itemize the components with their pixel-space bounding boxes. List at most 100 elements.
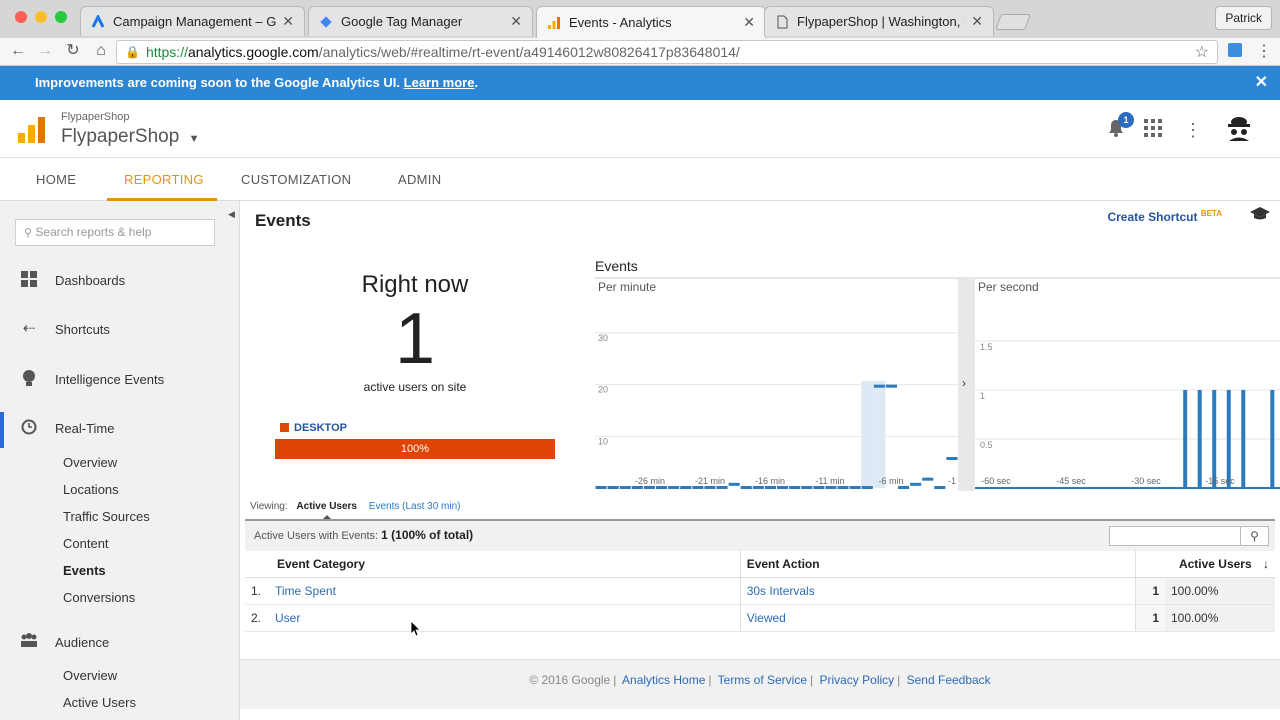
browser-tab-bar: Campaign Management – Goo ✕ Google Tag M… <box>0 0 1280 38</box>
per-minute-bar <box>728 482 740 486</box>
sidebar-item-label: Shortcuts <box>55 321 110 337</box>
per-minute-bar <box>643 486 655 489</box>
back-arrow-icon[interactable]: ← <box>8 41 28 61</box>
close-tab-icon[interactable]: ✕ <box>282 13 294 30</box>
summary-label: Active Users with Events: <box>254 530 379 542</box>
search-reports-input[interactable]: ⚲ Search reports & help <box>15 219 215 246</box>
notice-text: Improvements are coming soon to the Goog… <box>35 75 401 90</box>
per-minute-bar <box>631 486 643 489</box>
learn-more-link[interactable]: Learn more <box>404 75 475 90</box>
viewing-selector: Viewing: Active Users Events (Last 30 mi… <box>250 501 461 512</box>
create-shortcut-link[interactable]: Create Shortcut BETA <box>1107 209 1222 224</box>
x-tick-label: -26 min <box>635 476 665 486</box>
apps-grid-icon[interactable] <box>1144 119 1162 142</box>
browser-tab[interactable]: FlypaperShop | Washington, D ✕ <box>764 6 994 36</box>
collapse-sidebar-icon[interactable]: ◀ <box>228 209 235 220</box>
close-tab-icon[interactable]: ✕ <box>971 13 983 30</box>
sidebar-sub-events[interactable]: Events <box>63 563 106 578</box>
header-event-category[interactable]: Event Category <box>245 551 741 578</box>
per-second-label: Per second <box>978 280 1039 294</box>
nav-customization[interactable]: CUSTOMIZATION <box>241 172 351 187</box>
y-tick-label: 10 <box>598 436 608 446</box>
property-name: FlypaperShop <box>61 126 180 147</box>
sidebar-item-shortcuts[interactable]: ⇠ Shortcuts <box>0 318 239 340</box>
search-icon: ⚲ <box>24 227 33 239</box>
address-bar[interactable]: 🔒 https://analytics.google.com/analytics… <box>116 40 1218 64</box>
close-tab-icon[interactable]: ✕ <box>510 13 522 30</box>
browser-tab-active[interactable]: Events - Analytics ✕ <box>536 6 766 38</box>
sidebar-sub-overview[interactable]: Overview <box>63 455 117 470</box>
sidebar-sub-active-users[interactable]: Active Users <box>63 695 136 710</box>
more-options-icon[interactable]: ⋮ <box>1184 120 1202 141</box>
nav-home[interactable]: HOME <box>36 172 76 187</box>
browser-menu-icon[interactable]: ⋮ <box>1256 41 1272 61</box>
user-avatar[interactable] <box>1226 114 1252 147</box>
notifications-bell-icon[interactable]: 1 <box>1108 112 1134 142</box>
beta-badge: BETA <box>1200 209 1222 218</box>
viewing-events-link[interactable]: Events (Last 30 min) <box>369 501 461 512</box>
main-navigation: HOME REPORTING CUSTOMIZATION ADMIN <box>0 158 1280 201</box>
browser-tab[interactable]: Campaign Management – Goo ✕ <box>80 6 305 36</box>
browser-tab[interactable]: Google Tag Manager ✕ <box>308 6 533 36</box>
sidebar-sub-conversions[interactable]: Conversions <box>63 590 135 605</box>
send-feedback-link[interactable]: Send Feedback <box>907 673 991 687</box>
shortcut-arrow-icon: ⇠ <box>22 320 36 337</box>
extension-icon[interactable] <box>1228 43 1242 57</box>
nav-reporting[interactable]: REPORTING <box>124 172 204 187</box>
close-tab-icon[interactable]: ✕ <box>743 14 755 31</box>
sidebar-item-real-time[interactable]: Real-Time <box>0 417 239 439</box>
maximize-window-button[interactable] <box>55 11 67 23</box>
per-second-bar <box>1241 390 1246 488</box>
per-minute-bar <box>704 486 716 489</box>
table-search-input[interactable] <box>1109 526 1241 546</box>
event-action-link[interactable]: Viewed <box>739 604 1135 632</box>
sidebar-item-label: Intelligence Events <box>55 371 165 387</box>
sidebar-item-intelligence-events[interactable]: Intelligence Events <box>0 368 239 390</box>
per-minute-bar <box>801 486 813 489</box>
highlight-band <box>873 381 886 488</box>
per-minute-bar <box>910 482 922 486</box>
header-event-action[interactable]: Event Action <box>739 551 1135 578</box>
per-minute-bar <box>752 486 764 489</box>
analytics-home-link[interactable]: Analytics Home <box>622 673 705 687</box>
reload-icon[interactable]: ↻ <box>63 41 83 61</box>
close-notice-icon[interactable]: ✕ <box>1255 66 1268 100</box>
sidebar-item-dashboards[interactable]: Dashboards <box>0 269 239 291</box>
event-category-link[interactable]: User <box>269 604 741 632</box>
clock-icon <box>20 419 38 437</box>
new-tab-button[interactable] <box>995 14 1031 30</box>
graduation-cap-icon[interactable] <box>1250 207 1270 224</box>
account-name: FlypaperShop <box>61 111 130 123</box>
minimize-window-button[interactable] <box>35 11 47 23</box>
header-active-users[interactable]: Active Users ↓ <box>1134 551 1275 578</box>
viewing-active-users[interactable]: Active Users <box>296 501 357 512</box>
home-icon[interactable]: ⌂ <box>91 41 111 61</box>
table-search-button[interactable]: ⚲ <box>1241 526 1269 546</box>
active-users-percent: 100.00% <box>1165 577 1275 605</box>
event-action-link[interactable]: 30s Intervals <box>739 577 1135 605</box>
bookmark-star-icon[interactable]: ☆ <box>1195 42 1209 62</box>
property-selector[interactable]: FlypaperShop ▼ <box>61 126 199 148</box>
footer-copyright: © 2016 Google <box>529 673 611 687</box>
sidebar-sub-locations[interactable]: Locations <box>63 482 119 497</box>
privacy-policy-link[interactable]: Privacy Policy <box>819 673 894 687</box>
y-tick-label: 1 <box>980 391 985 401</box>
profile-button[interactable]: Patrick <box>1215 6 1272 30</box>
sidebar-item-label: Dashboards <box>55 272 126 288</box>
per-minute-label: Per minute <box>598 280 656 294</box>
close-window-button[interactable] <box>15 11 27 23</box>
nav-admin[interactable]: ADMIN <box>398 172 441 187</box>
event-category-link[interactable]: Time Spent <box>269 577 741 605</box>
right-now-label: Right now <box>361 271 469 298</box>
highlight-band <box>861 381 874 488</box>
terms-of-service-link[interactable]: Terms of Service <box>718 673 807 687</box>
sidebar-sub-content[interactable]: Content <box>63 536 109 551</box>
sidebar-sub-audience-overview[interactable]: Overview <box>63 668 117 683</box>
forward-arrow-icon[interactable]: → <box>35 41 55 61</box>
sidebar-item-audience[interactable]: Audience <box>0 631 239 653</box>
tab-title: FlypaperShop | Washington, D <box>797 14 966 29</box>
table-row: 1. Time Spent 30s Intervals 1 100.00% <box>245 577 1275 605</box>
report-content: Events Create Shortcut BETA Right now 1 … <box>240 201 1280 720</box>
per-minute-bar <box>595 486 607 489</box>
sidebar-sub-traffic-sources[interactable]: Traffic Sources <box>63 509 150 524</box>
